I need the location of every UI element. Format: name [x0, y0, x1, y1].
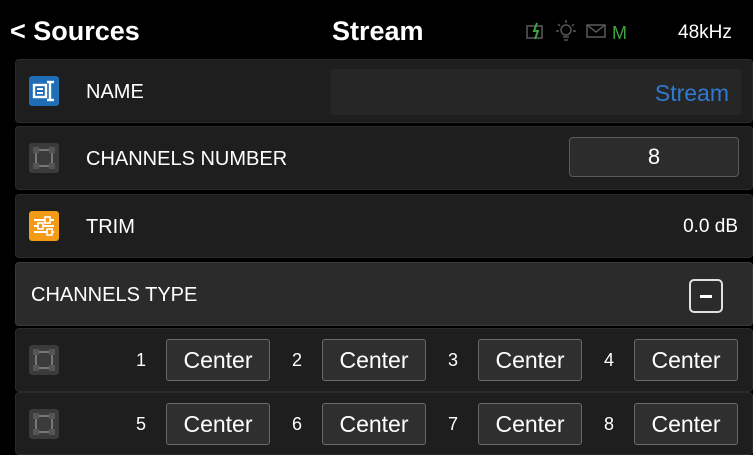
- channels-icon: [29, 409, 59, 439]
- rename-icon: [29, 76, 59, 106]
- channel-number: 1: [135, 350, 146, 370]
- channel-number: 3: [447, 350, 458, 370]
- channels-number-row: CHANNELS NUMBER 8: [15, 126, 753, 190]
- name-label: NAME: [86, 81, 144, 103]
- status-indicator: M: [612, 22, 627, 43]
- channel-row-1-4: 1 Center 2 Center 3 Center 4 Center: [15, 328, 753, 392]
- channel-type-button[interactable]: Center: [634, 339, 738, 381]
- channel-type-button[interactable]: Center: [166, 339, 270, 381]
- name-row: NAME Stream: [15, 59, 753, 123]
- channel-type-button[interactable]: Center: [166, 403, 270, 445]
- channels-type-row: CHANNELS TYPE: [15, 262, 753, 326]
- header-bar: < Sources Stream M 48kHz: [0, 0, 753, 58]
- channel-number: 6: [291, 414, 302, 434]
- mail-icon: [586, 23, 606, 44]
- status-icons: M: [526, 19, 627, 47]
- channels-number-field[interactable]: 8: [569, 137, 739, 177]
- channel-type-button[interactable]: Center: [322, 339, 426, 381]
- channel-number: 5: [135, 414, 146, 434]
- channels-type-label: CHANNELS TYPE: [31, 284, 198, 306]
- collapse-icon[interactable]: [689, 279, 723, 313]
- channel-type-button[interactable]: Center: [322, 403, 426, 445]
- channel-type-button[interactable]: Center: [478, 339, 582, 381]
- channel-number: 8: [603, 414, 614, 434]
- channel-number: 7: [447, 414, 458, 434]
- channel-number: 2: [291, 350, 302, 370]
- channel-type-button[interactable]: Center: [634, 403, 738, 445]
- battery-charging-icon: [526, 22, 546, 45]
- channel-row-5-8: 5 Center 6 Center 7 Center 8 Center: [15, 392, 753, 455]
- trim-label: TRIM: [86, 216, 135, 238]
- name-value[interactable]: Stream: [655, 80, 729, 107]
- sample-rate-label: 48kHz: [678, 22, 732, 43]
- light-bulb-icon: [556, 19, 576, 47]
- channel-type-button[interactable]: Center: [478, 403, 582, 445]
- stream-settings-screen: < Sources Stream M 48kHz NAME Stream CHA…: [0, 0, 753, 455]
- name-field[interactable]: Stream: [331, 69, 741, 115]
- trim-value: 0.0 dB: [683, 216, 738, 237]
- channels-number-label: CHANNELS NUMBER: [86, 148, 288, 170]
- back-to-sources-button[interactable]: < Sources: [10, 16, 140, 47]
- channels-icon: [29, 143, 59, 173]
- page-title: Stream: [332, 16, 424, 46]
- sliders-icon: [29, 211, 59, 241]
- channels-icon: [29, 345, 59, 375]
- channel-number: 4: [603, 350, 614, 370]
- trim-row[interactable]: TRIM 0.0 dB: [15, 194, 753, 258]
